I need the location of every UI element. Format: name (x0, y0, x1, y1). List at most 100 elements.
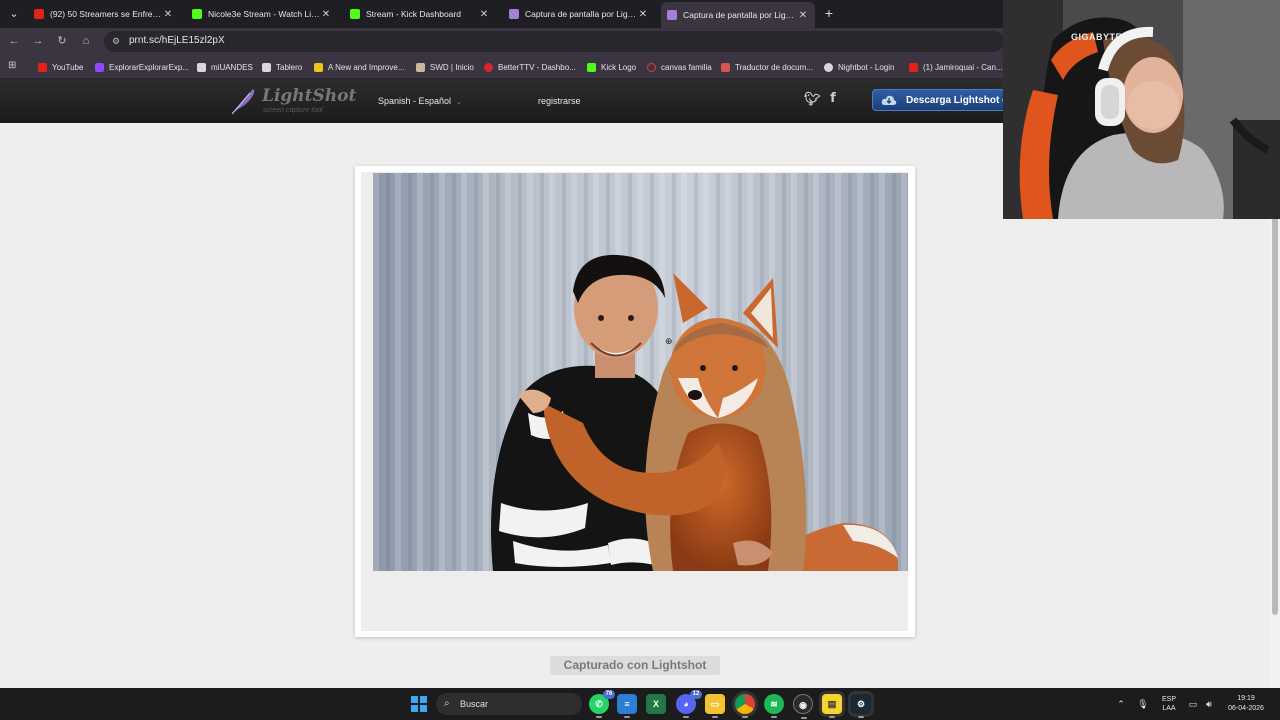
site-info-icon[interactable]: ⚙ (112, 36, 123, 47)
facebook-icon[interactable]: f (826, 91, 840, 107)
bookmark-label: A New and Improve... (328, 62, 405, 72)
tab-kick-dashboard[interactable]: Stream - Kick Dashboard ✕ (344, 3, 496, 25)
bookmark-label: Kick Logo (601, 62, 637, 72)
page-icon (262, 62, 271, 72)
taskbar-search[interactable]: ⌕ Buscar (436, 693, 582, 715)
lightbulb-icon (314, 62, 323, 72)
screenshot-image[interactable] (373, 173, 908, 571)
bookmark-miuandes[interactable]: miUANDES (197, 59, 257, 75)
chrome-icon[interactable] (735, 694, 755, 718)
download-label: Descarga Lightshot g (906, 94, 1009, 106)
bookmark-betterttv[interactable]: BetterTTV - Dashbo... (484, 59, 578, 75)
volume-icon[interactable]: 🔊︎ (1203, 688, 1215, 720)
tab-title: Nicole3e Stream - Watch Live o (208, 9, 320, 19)
youtube-icon (34, 9, 44, 19)
feather-icon (231, 89, 255, 115)
download-lightshot-button[interactable]: Descarga Lightshot g (872, 89, 1022, 111)
bookmark-label: (1) Jamiroquai - Can... (923, 62, 1003, 72)
close-tab-icon[interactable]: ✕ (478, 9, 490, 20)
scrollbar-thumb[interactable] (1272, 215, 1278, 615)
bookmark-label: Traductor de docum... (735, 62, 813, 72)
kick-icon (587, 62, 596, 72)
language-bottom: LAA (1162, 705, 1176, 712)
address-bar[interactable]: ⚙ prnt.sc/hEjLE15zl2pX (104, 31, 1004, 52)
tab-youtube-streamers[interactable]: (92) 50 Streamers se Enfrentan ✕ (28, 3, 180, 25)
excel-icon[interactable]: X (646, 694, 666, 714)
bookmark-new-improved[interactable]: A New and Improve... (314, 59, 406, 75)
search-icon: ⌕ (444, 698, 450, 709)
document-icon (721, 62, 730, 72)
windows-start-icon[interactable] (411, 696, 427, 712)
apps-grid-icon[interactable]: ⊞ (8, 60, 20, 72)
bookmark-label: canvas familia (661, 62, 712, 72)
cloud-download-icon (881, 95, 897, 105)
bookmark-label: Tablero (276, 62, 303, 72)
bookmark-kick-logo[interactable]: Kick Logo (587, 59, 639, 75)
discord-badge: 12 (690, 690, 702, 699)
kick-icon (350, 9, 360, 19)
tab-lightshot-1[interactable]: Captura de pantalla por Lightsh ✕ (503, 3, 655, 25)
bookmark-label: SWD | Inicio (430, 62, 474, 72)
twitch-icon (95, 62, 104, 72)
close-tab-icon[interactable]: ✕ (320, 9, 332, 20)
youtube-icon (909, 62, 918, 72)
lightshot-logo[interactable]: LightShot screen capture tool (230, 85, 356, 117)
language-selector[interactable]: Spanish - Español ⌄ (370, 93, 470, 109)
screenshot-frame (355, 166, 915, 637)
close-tab-icon[interactable]: ✕ (162, 9, 174, 20)
tab-kick-nicole[interactable]: Nicole3e Stream - Watch Live o ✕ (186, 3, 338, 25)
notepad-icon[interactable]: ≡ (617, 694, 637, 718)
obs-icon[interactable]: ◉ (793, 694, 813, 719)
steam-icon[interactable]: ⚙ (851, 694, 871, 718)
twitter-icon[interactable]: 🐦︎ (804, 91, 821, 107)
network-icon[interactable]: ▭ (1187, 688, 1199, 720)
tab-title: Captura de pantalla por Lightsh (683, 10, 797, 20)
spotify-icon[interactable]: ≋ (764, 694, 784, 718)
whatsapp-icon[interactable]: ✆ 76 (589, 690, 615, 718)
tab-search-icon[interactable]: ⌄ (4, 4, 24, 24)
bookmark-traductor[interactable]: Traductor de docum... (721, 59, 815, 75)
chevron-up-icon[interactable]: ⌃ (1115, 688, 1127, 720)
discord-icon[interactable]: ◕ 12 (676, 690, 702, 718)
page-icon (197, 62, 206, 72)
clock-time: 19:19 (1237, 695, 1255, 702)
reload-icon[interactable]: ↻ (54, 33, 70, 49)
close-tab-icon[interactable]: ✕ (797, 10, 809, 21)
input-language-indicator[interactable]: ESP LAA (1158, 688, 1180, 720)
tab-title: Captura de pantalla por Lightsh (525, 9, 637, 19)
bookmark-youtube[interactable]: YouTube (38, 59, 90, 75)
bookmark-label: miUANDES (211, 62, 253, 72)
tab-lightshot-active[interactable]: Captura de pantalla por Lightsh ✕ (661, 2, 815, 28)
file-explorer-icon[interactable]: ▭ (705, 694, 725, 718)
logo-tagline: screen capture tool (263, 107, 323, 114)
lightshot-icon (509, 9, 519, 19)
home-icon[interactable]: ⌂ (78, 33, 94, 49)
back-arrow-icon[interactable]: ← (6, 33, 22, 49)
bookmark-canvas-familia[interactable]: canvas familia (647, 59, 713, 75)
windows-taskbar: ⌕ Buscar ✆ 76 ≡ X ◕ 12 ▭ ≋ ◉ ▤ ⚙ ⌃ 🎙︎ ESP … (0, 688, 1280, 720)
logo-name: LightShot (262, 86, 357, 106)
microphone-icon[interactable]: 🎙︎ (1137, 688, 1149, 720)
close-tab-icon[interactable]: ✕ (637, 9, 649, 20)
lightshot-icon (667, 10, 677, 20)
bookmark-swd[interactable]: SWD | Inicio (416, 59, 478, 75)
nightbot-icon (824, 62, 833, 72)
bookmark-tablero[interactable]: Tablero (262, 59, 308, 75)
system-clock[interactable]: 19:19 06-04-2026 (1222, 688, 1270, 720)
whatsapp-badge: 76 (603, 690, 615, 699)
sticky-notes-icon[interactable]: ▤ (822, 694, 842, 718)
url-text[interactable]: prnt.sc/hEjLE15zl2pX (129, 35, 225, 46)
captured-with-lightshot-label: Capturado con Lightshot (550, 656, 720, 675)
betterttv-icon (484, 62, 493, 72)
forward-arrow-icon[interactable]: → (30, 33, 46, 49)
tab-title: (92) 50 Streamers se Enfrentan (50, 9, 162, 19)
bookmark-nightbot[interactable]: Nightbot - Login (824, 59, 902, 75)
new-tab-button[interactable]: + (822, 5, 836, 21)
canvas-icon (647, 62, 656, 72)
search-placeholder: Buscar (460, 699, 489, 709)
register-link[interactable]: registrarse (530, 93, 589, 109)
bookmark-label: Nightbot - Login (838, 62, 895, 72)
webcam-overlay: GIGABYTE (1003, 0, 1280, 219)
bookmark-jamiroquai[interactable]: (1) Jamiroquai - Can... (909, 59, 1003, 75)
bookmark-twitch-explorar[interactable]: ExplorarExplorarExp... (95, 59, 191, 75)
